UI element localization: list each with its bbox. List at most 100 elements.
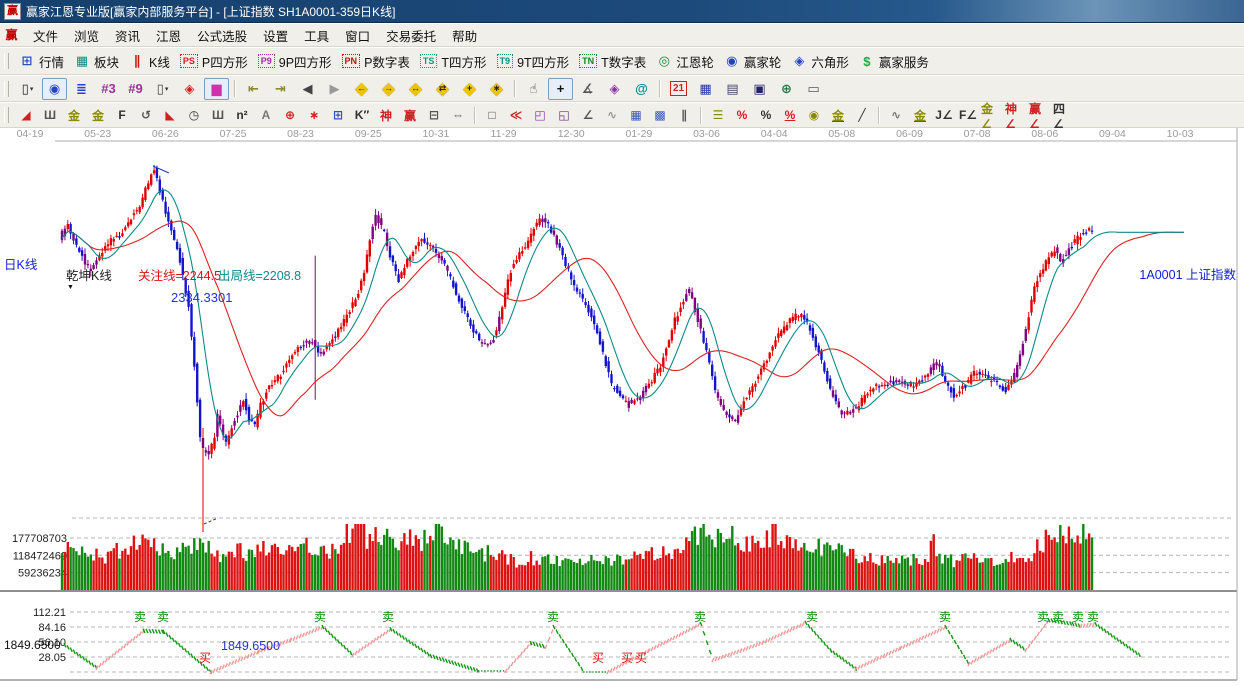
gann-box-tool[interactable]: ◈ xyxy=(602,78,627,100)
9p-square-button[interactable]: P99P四方形 xyxy=(253,50,337,73)
width-tool[interactable]: ⇔ xyxy=(447,106,469,125)
t-number-table-button[interactable]: TNT数字表 xyxy=(574,50,651,73)
bars-3-tool[interactable]: #3 xyxy=(96,78,121,100)
comb-tool[interactable]: Ш xyxy=(39,106,61,125)
percent-tool[interactable]: % xyxy=(755,106,777,125)
expand-x-diamond[interactable]: ◆↔ xyxy=(403,78,428,100)
gold-line-tool[interactable]: 金 xyxy=(827,106,849,125)
candle-style-dropdown[interactable]: ▯▾ xyxy=(150,78,175,100)
zoom-tool[interactable]: ◉ xyxy=(42,78,67,100)
zigzag-tool[interactable]: ∿ xyxy=(601,106,623,125)
ying-tool[interactable]: 赢 xyxy=(399,106,421,125)
gann-pattern-tool[interactable]: ◈ xyxy=(177,78,202,100)
calendar-tool[interactable]: 21 xyxy=(666,78,691,100)
gold-comb2-tool[interactable]: 金 xyxy=(87,106,109,125)
memo-tool[interactable]: ▤ xyxy=(720,78,745,100)
bars-9-tool[interactable]: #9 xyxy=(123,78,148,100)
menu-item-5[interactable]: 公式选股 xyxy=(189,24,255,47)
pencil-tool[interactable]: ╱ xyxy=(851,106,873,125)
go-last-button[interactable]: ⇥ xyxy=(268,78,293,100)
compress-x-diamond[interactable]: ◆⇄ xyxy=(430,78,455,100)
clock-tool[interactable]: ◷ xyxy=(183,106,205,125)
grid12-tool[interactable]: ⊟ xyxy=(423,106,445,125)
angle-lines-tool[interactable]: ∠ xyxy=(577,106,599,125)
color-histogram-tool[interactable]: ▆ xyxy=(204,78,229,100)
overlay-indicator-name[interactable]: 乾坤K线 xyxy=(66,270,112,284)
fan-dark-tool[interactable]: ◱ xyxy=(553,106,575,125)
f-angle-tool[interactable]: F∠ xyxy=(957,106,979,125)
next-button[interactable]: ▶ xyxy=(322,78,347,100)
parallel-tool[interactable]: ∥ xyxy=(673,106,695,125)
menu-item-1[interactable]: 文件 xyxy=(25,24,66,47)
percent-line-tool[interactable]: % xyxy=(779,106,801,125)
p-square-button[interactable]: PSP四方形 xyxy=(175,50,253,73)
menu-item-10[interactable]: 帮助 xyxy=(444,24,485,47)
grid-cross-tool[interactable]: ⊞ xyxy=(327,106,349,125)
menu-item-6[interactable]: 设置 xyxy=(255,24,296,47)
p-number-table-button[interactable]: PNP数字表 xyxy=(337,50,415,73)
t-square-button[interactable]: TST四方形 xyxy=(415,50,492,73)
quotes-button[interactable]: ⊞行情 xyxy=(14,50,69,73)
shen-tool[interactable]: 神 xyxy=(375,106,397,125)
k-seconds-tool[interactable]: K″ xyxy=(351,106,373,125)
grid-blue2-tool[interactable]: ▩ xyxy=(649,106,671,125)
print-button[interactable]: ▭ xyxy=(801,78,826,100)
kline-chart-svg[interactable]: 04-1905-2306-2607-2508-2309-2510-3111-29… xyxy=(0,128,1244,686)
shen-angle-tool[interactable]: 神∠ xyxy=(1005,106,1027,125)
stats-list-tool[interactable]: ☰ xyxy=(707,106,729,125)
fan-red-tool[interactable]: ≪ xyxy=(505,106,527,125)
title-bar[interactable]: 赢 赢家江恩专业版[赢家内部服务平台] - [上证指数 SH1A0001-359… xyxy=(0,0,1244,23)
four-angle-tool[interactable]: 四∠ xyxy=(1053,106,1075,125)
comb2-tool[interactable]: Ш xyxy=(207,106,229,125)
gold-circle-tool[interactable]: ◉ xyxy=(803,106,825,125)
expand-all-diamond[interactable]: ◆∗ xyxy=(484,78,509,100)
circle-cross-tool[interactable]: ⊕ xyxy=(279,106,301,125)
gold-underline-tool[interactable]: 金 xyxy=(909,106,931,125)
j-angle-tool[interactable]: J∠ xyxy=(933,106,955,125)
9t-square-button[interactable]: T99T四方形 xyxy=(492,50,575,73)
prev-button[interactable]: ◀ xyxy=(295,78,320,100)
a-channel-tool[interactable]: A xyxy=(255,106,277,125)
sectors-button[interactable]: ▦板块 xyxy=(69,50,124,73)
pan-hand-tool[interactable]: ☝ xyxy=(521,78,546,100)
kline-style-dropdown[interactable]: ▯▾ xyxy=(15,78,40,100)
hexagon-button[interactable]: ◈六角形 xyxy=(786,50,854,73)
toolbar-grip[interactable] xyxy=(4,53,9,69)
gold-comb-tool[interactable]: 金 xyxy=(63,106,85,125)
angle-measure-tool[interactable]: ∡ xyxy=(575,78,600,100)
calculator-tool[interactable]: ▦ xyxy=(693,78,718,100)
go-first-button[interactable]: ⇤ xyxy=(241,78,266,100)
grid-blue-tool[interactable]: ▦ xyxy=(625,106,647,125)
spiral5-tool[interactable]: ↺ xyxy=(135,106,157,125)
shift-right-diamond[interactable]: ◆→ xyxy=(376,78,401,100)
brush-red-tool[interactable]: ◢ xyxy=(15,106,37,125)
shift-left-diamond[interactable]: ◆← xyxy=(349,78,374,100)
fan-purple-tool[interactable]: ◰ xyxy=(529,106,551,125)
red-brush2-tool[interactable]: ◣ xyxy=(159,106,181,125)
winner-wheel-button[interactable]: ◉赢家轮 xyxy=(719,50,787,73)
toolbar-grip[interactable] xyxy=(4,81,9,97)
crosshair-tool[interactable]: + xyxy=(548,78,573,100)
save-button[interactable]: ▣ xyxy=(747,78,772,100)
menu-item-7[interactable]: 工具 xyxy=(296,24,337,47)
ying-angle-tool[interactable]: 赢∠ xyxy=(1029,106,1051,125)
info-panel-tool[interactable]: ≣ xyxy=(69,78,94,100)
percent-cut-tool[interactable]: % xyxy=(731,106,753,125)
gold-angle-tool[interactable]: 金∠ xyxy=(981,106,1003,125)
rect-tool[interactable]: □ xyxy=(481,106,503,125)
n-squared-tool[interactable]: n² xyxy=(231,106,253,125)
toolbar-grip[interactable] xyxy=(4,107,9,123)
kline-button[interactable]: ∥K线 xyxy=(124,50,175,73)
center-diamond[interactable]: ◆+ xyxy=(457,78,482,100)
f-comb-tool[interactable]: F xyxy=(111,106,133,125)
gann-wheel-button[interactable]: ◎江恩轮 xyxy=(651,50,719,73)
indicator-dropdown-icon[interactable]: ▼ xyxy=(67,284,74,292)
menu-item-4[interactable]: 江恩 xyxy=(148,24,189,47)
menu-item-2[interactable]: 浏览 xyxy=(66,24,107,47)
wave-tool[interactable]: ∿ xyxy=(885,106,907,125)
starburst-tool[interactable]: ∗ xyxy=(303,106,325,125)
menu-item-8[interactable]: 窗口 xyxy=(337,24,378,47)
network-tool[interactable]: ⊕ xyxy=(774,78,799,100)
menu-item-3[interactable]: 资讯 xyxy=(107,24,148,47)
menu-item-9[interactable]: 交易委托 xyxy=(378,24,444,47)
